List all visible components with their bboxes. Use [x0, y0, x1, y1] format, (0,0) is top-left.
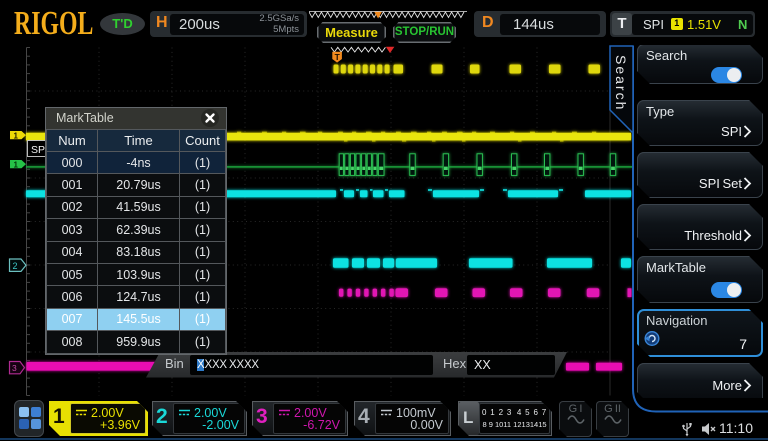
svg-text:T: T	[335, 52, 341, 62]
svg-text:2: 2	[13, 261, 18, 271]
svg-text:1: 1	[14, 131, 19, 140]
svg-text:1: 1	[14, 160, 19, 169]
svg-text:3: 3	[12, 363, 17, 373]
